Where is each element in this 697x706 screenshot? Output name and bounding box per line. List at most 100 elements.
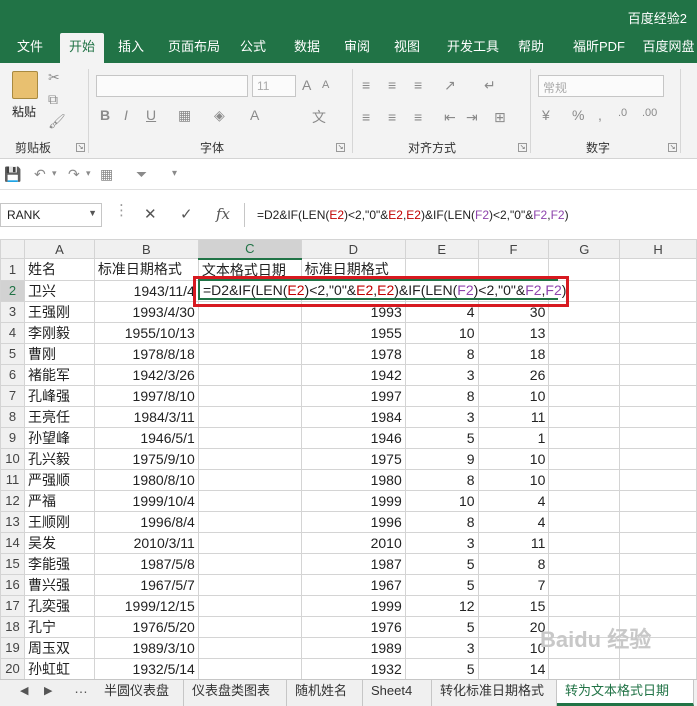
prev-sheet-icon[interactable]: ◀	[20, 684, 28, 697]
cell-G14[interactable]	[548, 531, 621, 554]
cell-B11[interactable]: 1980/8/10	[93, 468, 199, 491]
cell-C14[interactable]	[197, 531, 302, 554]
redo-dropdown-icon[interactable]: ▾	[86, 168, 91, 179]
cell-A9[interactable]: 孙望峰	[23, 426, 95, 449]
cell-H4[interactable]	[619, 321, 697, 344]
font-name-combo[interactable]	[96, 75, 248, 97]
cell-F8[interactable]: 11	[477, 405, 550, 428]
cell-D14[interactable]: 2010	[300, 531, 406, 554]
tab-11[interactable]: 百度网盘	[640, 33, 697, 63]
cell-E8[interactable]: 3	[404, 405, 479, 428]
sheet-tab-4[interactable]: 转化标准日期格式	[432, 680, 557, 706]
underline-icon[interactable]: U	[146, 107, 156, 123]
cell-B19[interactable]: 1989/3/10	[93, 636, 199, 659]
cell-C10[interactable]	[197, 447, 302, 470]
row-header[interactable]: 15	[0, 552, 25, 575]
copy-icon[interactable]: ⧉	[48, 91, 58, 108]
cell-E16[interactable]: 5	[404, 573, 479, 596]
cell-D6[interactable]: 1942	[300, 363, 406, 386]
cell-D5[interactable]: 1978	[300, 342, 406, 365]
enter-icon[interactable]: ✓	[180, 205, 193, 223]
merge-center-icon[interactable]: ⊞	[494, 109, 506, 126]
cell-C19[interactable]	[197, 636, 302, 659]
cell-C5[interactable]	[197, 342, 302, 365]
cell-F18[interactable]: 20	[477, 615, 550, 638]
select-all-corner[interactable]	[0, 239, 25, 260]
cell-E19[interactable]: 3	[404, 636, 479, 659]
cell-A2[interactable]: 卫兴	[23, 279, 95, 302]
column-header-C[interactable]: C	[197, 239, 302, 260]
column-header-G[interactable]: G	[548, 239, 621, 260]
cell-D16[interactable]: 1967	[300, 573, 406, 596]
more-sheets-icon[interactable]: …	[74, 680, 88, 696]
row-header[interactable]: 3	[0, 300, 25, 323]
cell-E4[interactable]: 10	[404, 321, 479, 344]
tab-9[interactable]: 帮助	[514, 33, 548, 63]
cell-B3[interactable]: 1993/4/30	[93, 300, 199, 323]
cell-F19[interactable]: 10	[477, 636, 550, 659]
tab-10[interactable]: 福昕PDF	[566, 33, 632, 63]
cell-C11[interactable]	[197, 468, 302, 491]
cell-E18[interactable]: 5	[404, 615, 479, 638]
tab-4[interactable]: 公式	[236, 33, 270, 63]
row-header[interactable]: 16	[0, 573, 25, 596]
paste-icon[interactable]	[12, 71, 38, 99]
cell-C13[interactable]	[197, 510, 302, 533]
cell-D4[interactable]: 1955	[300, 321, 406, 344]
cell-E11[interactable]: 8	[404, 468, 479, 491]
cell-F17[interactable]: 15	[477, 594, 550, 617]
row-header[interactable]: 11	[0, 468, 25, 491]
cell-D17[interactable]: 1999	[300, 594, 406, 617]
cell-D12[interactable]: 1999	[300, 489, 406, 512]
cell-A5[interactable]: 曹刚	[23, 342, 95, 365]
row-header[interactable]: 12	[0, 489, 25, 512]
cell-H12[interactable]	[619, 489, 697, 512]
redo-icon[interactable]: ↷	[68, 166, 80, 183]
more-icon[interactable]: ⋮	[114, 201, 129, 219]
cell-B9[interactable]: 1946/5/1	[93, 426, 199, 449]
cell-G16[interactable]	[548, 573, 621, 596]
cell-D15[interactable]: 1987	[300, 552, 406, 575]
shrink-font-icon[interactable]: A	[322, 79, 329, 91]
cell-C17[interactable]	[197, 594, 302, 617]
undo-icon[interactable]: ↶	[34, 166, 46, 183]
cell-E15[interactable]: 5	[404, 552, 479, 575]
cell-E12[interactable]: 10	[404, 489, 479, 512]
cell-D11[interactable]: 1980	[300, 468, 406, 491]
cell-F12[interactable]: 4	[477, 489, 550, 512]
tab-1[interactable]: 开始	[60, 33, 104, 63]
sheet-tab-1[interactable]: 仪表盘类图表	[184, 680, 287, 706]
cell-D13[interactable]: 1996	[300, 510, 406, 533]
row-header[interactable]: 18	[0, 615, 25, 638]
cell-B6[interactable]: 1942/3/26	[93, 363, 199, 386]
column-header-F[interactable]: F	[477, 239, 550, 260]
cell-A12[interactable]: 严福	[23, 489, 95, 512]
cell-C16[interactable]	[197, 573, 302, 596]
cell-G5[interactable]	[548, 342, 621, 365]
cell-H1[interactable]	[619, 258, 697, 281]
align-bottom-icon[interactable]: ≡	[414, 77, 422, 93]
row-header[interactable]: 20	[0, 657, 25, 679]
currency-icon[interactable]: ¥	[542, 107, 550, 123]
cell-A4[interactable]: 李刚毅	[23, 321, 95, 344]
cell-E17[interactable]: 12	[404, 594, 479, 617]
save-icon[interactable]: 💾	[4, 166, 21, 183]
orientation-icon[interactable]: ↗	[444, 77, 456, 94]
fill-color-icon[interactable]: ◈	[214, 107, 225, 124]
cell-B15[interactable]: 1987/5/8	[93, 552, 199, 575]
cell-G8[interactable]	[548, 405, 621, 428]
cell-B16[interactable]: 1967/5/7	[93, 573, 199, 596]
cell-H6[interactable]	[619, 363, 697, 386]
tab-5[interactable]: 数据	[290, 33, 324, 63]
cell-F6[interactable]: 26	[477, 363, 550, 386]
cell-F20[interactable]: 14	[477, 657, 550, 679]
cell-H15[interactable]	[619, 552, 697, 575]
cell-H7[interactable]	[619, 384, 697, 407]
align-top-icon[interactable]: ≡	[362, 77, 370, 93]
cell-A14[interactable]: 吴发	[23, 531, 95, 554]
clipboard-launcher[interactable]: ↘	[76, 143, 85, 152]
formula-input[interactable]: =D2&IF(LEN(E2)<2,"0"&E2,E2)&IF(LEN(F2)<2…	[244, 203, 697, 227]
tab-2[interactable]: 插入	[112, 33, 150, 63]
cell-D20[interactable]: 1932	[300, 657, 406, 679]
tab-8[interactable]: 开发工具	[442, 33, 504, 63]
